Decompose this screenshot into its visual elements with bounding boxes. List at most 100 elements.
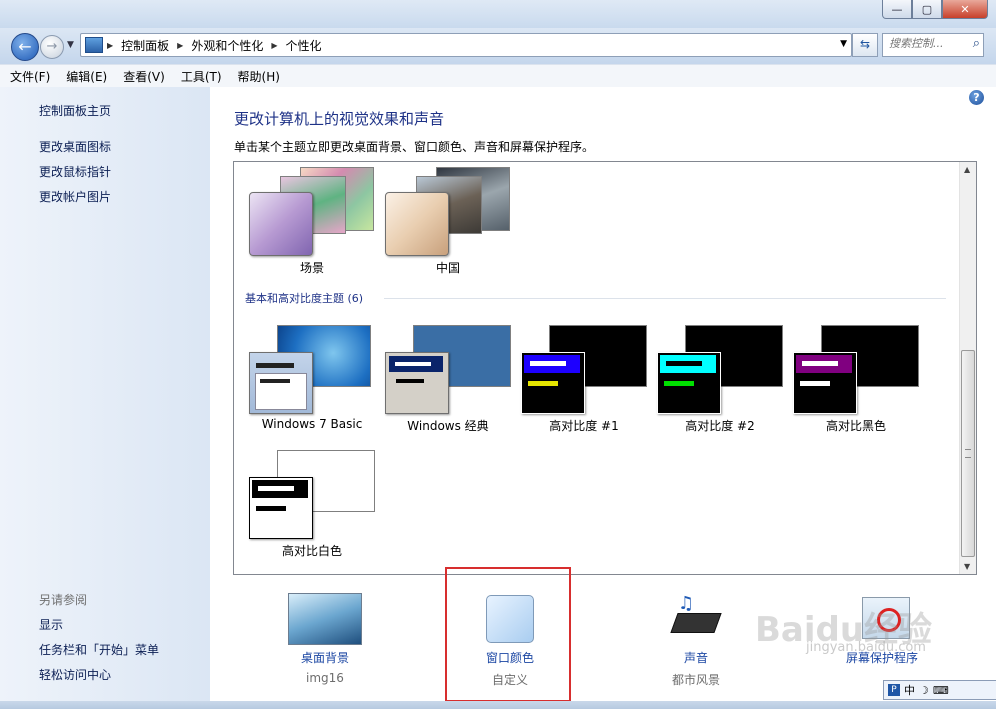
window-bar: [530, 361, 566, 366]
theme-high-contrast-white[interactable]: 高对比白色: [244, 442, 380, 564]
desktop-background-option[interactable]: 桌面背景 img16: [240, 593, 362, 693]
navigation-bar: ← → ▼ ▶ 控制面板 ▶ 外观和个性化 ▶ 个性化 ▼ ⇆ ⌕: [0, 28, 996, 64]
theme-list-scrollbar[interactable]: ▲ ▼: [959, 162, 976, 574]
see-also-heading: 另请参阅: [39, 593, 88, 607]
window-bar: [395, 362, 431, 366]
window-titlebar: [524, 355, 580, 373]
theme-label: Windows 7 Basic: [261, 417, 363, 431]
theme-label: 中国: [435, 261, 460, 275]
theme-high-contrast-1[interactable]: 高对比度 #1: [516, 317, 652, 439]
breadcrumb-appearance[interactable]: 外观和个性化: [191, 37, 263, 54]
window-bar: [800, 381, 830, 386]
window-bar: [664, 381, 694, 386]
window-bar: [802, 361, 838, 366]
theme-preview-window: [793, 352, 857, 414]
ime-logo-icon[interactable]: P: [888, 684, 900, 696]
sounds-option[interactable]: ♫ 声音 都市风景: [636, 593, 756, 693]
sidebar-display[interactable]: 显示: [39, 616, 63, 633]
theme-label: 场景: [299, 261, 324, 275]
sidebar-change-mouse-pointers[interactable]: 更改鼠标指针: [39, 163, 111, 180]
theme-high-contrast-2[interactable]: 高对比度 #2: [652, 317, 788, 439]
desktop-background-value: img16: [306, 671, 344, 685]
menu-view[interactable]: 查看(V): [123, 68, 165, 85]
sidebar-ease-of-access[interactable]: 轻松访问中心: [39, 666, 111, 683]
theme-china[interactable]: 中国: [380, 162, 516, 284]
theme-scenes[interactable]: 场景: [244, 162, 380, 284]
menu-help[interactable]: 帮助(H): [238, 68, 280, 85]
theme-preview-window: [249, 352, 313, 414]
scrollbar-grip: [965, 449, 971, 458]
window-titlebar: [389, 356, 443, 372]
ime-toolbar[interactable]: P 中 ☽ ⌨: [883, 680, 996, 700]
watermark-url: jingyan.baidu.com: [806, 640, 926, 655]
control-panel-icon: [85, 37, 103, 53]
theme-list[interactable]: 场景 中国 基本和高对比度主题 (6) Windows 7 Basic Wind…: [233, 161, 977, 575]
ime-language[interactable]: 中: [904, 682, 915, 698]
minimize-button[interactable]: —: [882, 0, 912, 19]
window-frame-bottom: [0, 701, 996, 709]
sounds-label[interactable]: 声音: [636, 649, 756, 666]
theme-label: 高对比白色: [281, 544, 342, 558]
window-titlebar: [796, 355, 852, 373]
sounds-value: 都市风景: [671, 673, 720, 687]
keyboard-icon[interactable]: ⌨: [933, 684, 949, 697]
window-titlebar: [660, 355, 716, 373]
scroll-down-icon[interactable]: ▼: [964, 562, 970, 571]
back-button[interactable]: ←: [11, 33, 39, 61]
theme-label: 高对比度 #2: [685, 419, 755, 433]
breadcrumb-control-panel[interactable]: 控制面板: [121, 37, 169, 54]
menu-file[interactable]: 文件(F): [10, 68, 50, 85]
title-bar: — ▢ ✕: [0, 0, 996, 28]
sidebar-change-account-picture[interactable]: 更改帐户图片: [39, 188, 111, 205]
desktop-background-label[interactable]: 桌面背景: [240, 649, 410, 666]
window-bar: [396, 379, 424, 383]
theme-windows-classic[interactable]: Windows 经典: [380, 317, 516, 439]
menu-bar: 文件(F) 编辑(E) 查看(V) 工具(T) 帮助(H): [0, 64, 996, 88]
theme-label: 高对比黑色: [825, 419, 886, 433]
chevron-right-icon[interactable]: ▶: [177, 41, 183, 50]
menu-tools[interactable]: 工具(T): [181, 68, 222, 85]
window-titlebar: [252, 480, 308, 498]
sidebar-taskbar-start-menu[interactable]: 任务栏和「开始」菜单: [39, 641, 159, 658]
forward-button[interactable]: →: [40, 35, 64, 59]
scrollbar-thumb[interactable]: [961, 350, 975, 557]
music-note-icon: ♫: [678, 593, 695, 614]
page-title: 更改计算机上的视觉效果和声音: [234, 110, 445, 128]
search-input[interactable]: [889, 37, 961, 50]
sidebar-change-desktop-icons[interactable]: 更改桌面图标: [39, 138, 111, 155]
theme-preview-window: [385, 352, 449, 414]
theme-high-contrast-black[interactable]: 高对比黑色: [788, 317, 924, 439]
sidebar-control-panel-home[interactable]: 控制面板主页: [39, 102, 111, 119]
refresh-button[interactable]: ⇆: [852, 33, 878, 57]
moon-icon[interactable]: ☽: [919, 684, 929, 697]
theme-windows7-basic[interactable]: Windows 7 Basic: [244, 317, 380, 439]
help-icon[interactable]: ?: [969, 90, 984, 105]
window-bar: [256, 506, 286, 511]
search-icon[interactable]: ⌕: [973, 36, 980, 51]
window-controls: — ▢ ✕: [882, 0, 988, 19]
recent-pages-dropdown-icon[interactable]: ▼: [67, 40, 74, 50]
chevron-right-icon[interactable]: ▶: [107, 41, 113, 50]
address-bar[interactable]: ▶ 控制面板 ▶ 外观和个性化 ▶ 个性化 ▼: [80, 33, 852, 57]
menu-edit[interactable]: 编辑(E): [66, 68, 107, 85]
theme-preview-window: [521, 352, 585, 414]
maximize-button[interactable]: ▢: [912, 0, 942, 19]
sounds-icon: ♫: [670, 593, 722, 639]
address-dropdown-icon[interactable]: ▼: [840, 39, 847, 49]
theme-label: 高对比度 #1: [549, 419, 619, 433]
window-bar: [666, 361, 702, 366]
window-body: [255, 373, 307, 410]
page-description: 单击某个主题立即更改桌面背景、窗口颜色、声音和屏幕保护程序。: [234, 140, 595, 154]
breadcrumb: ▶ 控制面板 ▶ 外观和个性化 ▶ 个性化: [107, 37, 322, 54]
chevron-right-icon[interactable]: ▶: [271, 41, 277, 50]
window-bar: [260, 379, 290, 383]
scroll-up-icon[interactable]: ▲: [964, 165, 970, 174]
theme-label: Windows 经典: [407, 419, 489, 433]
sidebar: 控制面板主页 更改桌面图标 更改鼠标指针 更改帐户图片 另请参阅 显示 任务栏和…: [0, 87, 210, 701]
theme-preview-window: [249, 192, 313, 256]
breadcrumb-personalization[interactable]: 个性化: [286, 37, 322, 54]
close-button[interactable]: ✕: [942, 0, 988, 19]
keyboard-shape: [670, 613, 722, 633]
search-box[interactable]: ⌕: [882, 33, 984, 57]
theme-preview-window: [385, 192, 449, 256]
